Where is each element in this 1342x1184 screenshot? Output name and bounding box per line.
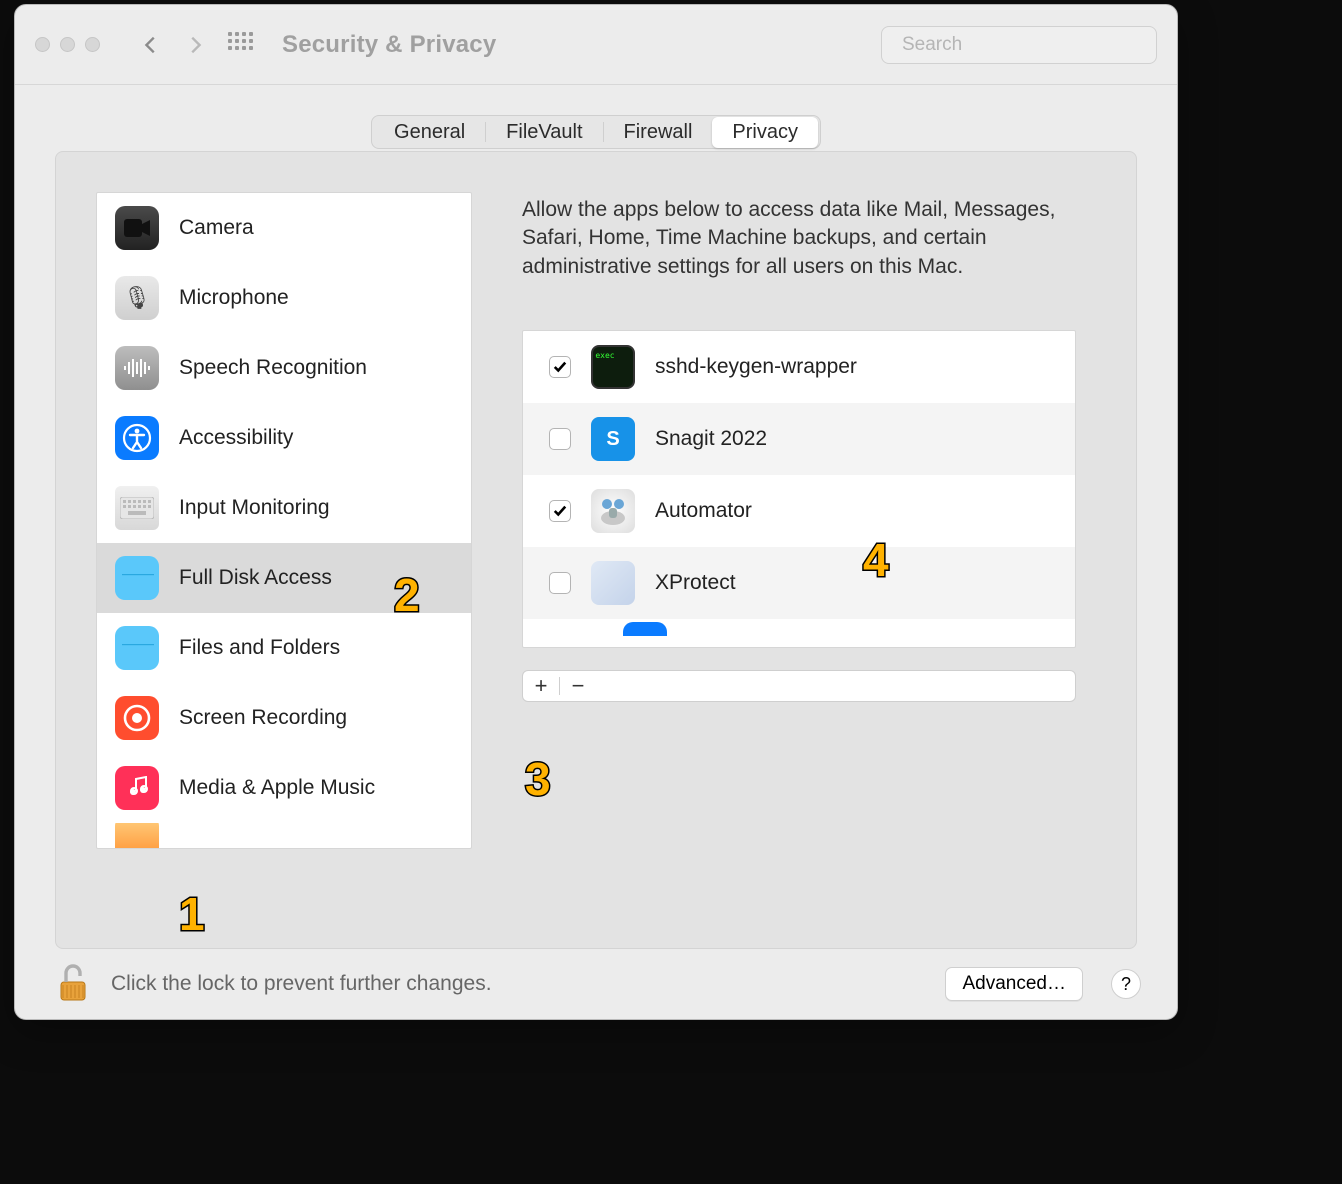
app-row-automator[interactable]: Automator <box>523 475 1075 547</box>
forward-button[interactable] <box>184 34 206 56</box>
sidebar-item-accessibility[interactable]: Accessibility <box>97 403 471 473</box>
sidebar-item-label: Media & Apple Music <box>179 776 375 800</box>
app-name: XProtect <box>655 571 736 595</box>
music-icon <box>115 766 159 810</box>
microphone-icon: 🎙 <box>115 276 159 320</box>
toolbar: Security & Privacy <box>15 5 1177 85</box>
automator-icon <box>591 489 635 533</box>
sidebar-item-label: Accessibility <box>179 426 293 450</box>
app-access-list[interactable]: exec sshd-keygen-wrapper S Snagit 2022 A… <box>522 330 1076 648</box>
show-all-button[interactable] <box>228 32 254 58</box>
sidebar-item-label: Files and Folders <box>179 636 340 660</box>
sidebar-item-label: Microphone <box>179 286 289 310</box>
sidebar-item-full-disk-access[interactable]: Full Disk Access <box>97 543 471 613</box>
tab-general[interactable]: General <box>374 117 485 148</box>
xprotect-icon <box>591 561 635 605</box>
sidebar-item-label: Screen Recording <box>179 706 347 730</box>
home-icon <box>115 823 159 849</box>
help-button[interactable]: ? <box>1111 969 1141 999</box>
sidebar-item-microphone[interactable]: 🎙 Microphone <box>97 263 471 333</box>
app-icon <box>623 622 667 636</box>
window-controls <box>35 37 100 52</box>
tab-filevault[interactable]: FileVault <box>486 117 602 148</box>
sidebar-item-label: Full Disk Access <box>179 566 332 590</box>
tab-bar: General FileVault Firewall Privacy <box>15 115 1177 149</box>
app-name: sshd-keygen-wrapper <box>655 355 857 379</box>
app-row-sshd[interactable]: exec sshd-keygen-wrapper <box>523 331 1075 403</box>
minimize-window-button[interactable] <box>60 37 75 52</box>
keyboard-icon <box>115 486 159 530</box>
add-remove-control: + − <box>522 670 1076 702</box>
sidebar-item-input-monitoring[interactable]: Input Monitoring <box>97 473 471 543</box>
add-button[interactable]: + <box>523 671 559 701</box>
privacy-category-list[interactable]: Camera 🎙 Microphone Speech Recognition A… <box>96 192 472 849</box>
advanced-button[interactable]: Advanced… <box>945 967 1083 1001</box>
remove-button[interactable]: − <box>560 671 596 701</box>
checkbox[interactable] <box>549 500 571 522</box>
snagit-icon: S <box>591 417 635 461</box>
close-window-button[interactable] <box>35 37 50 52</box>
search-field[interactable] <box>881 26 1157 64</box>
checkbox[interactable] <box>549 572 571 594</box>
sidebar-item-label: Camera <box>179 216 254 240</box>
tab-privacy[interactable]: Privacy <box>712 117 818 148</box>
record-icon <box>115 696 159 740</box>
sidebar-item-screen-recording[interactable]: Screen Recording <box>97 683 471 753</box>
footer: Click the lock to prevent further change… <box>15 949 1177 1019</box>
lock-label: Click the lock to prevent further change… <box>111 972 492 996</box>
sidebar-item-camera[interactable]: Camera <box>97 193 471 263</box>
sidebar-item-speech[interactable]: Speech Recognition <box>97 333 471 403</box>
app-row-partial[interactable] <box>523 619 1075 639</box>
app-name: Automator <box>655 499 752 523</box>
accessibility-icon <box>115 416 159 460</box>
camera-icon <box>115 206 159 250</box>
folder-icon <box>115 556 159 600</box>
checkbox[interactable] <box>549 428 571 450</box>
checkbox[interactable] <box>549 356 571 378</box>
sidebar-item-label: Speech Recognition <box>179 356 367 380</box>
window-title: Security & Privacy <box>282 31 496 59</box>
sidebar-item-label: Input Monitoring <box>179 496 330 520</box>
app-row-snagit[interactable]: S Snagit 2022 <box>523 403 1075 475</box>
back-button[interactable] <box>140 34 162 56</box>
content-panel: Camera 🎙 Microphone Speech Recognition A… <box>55 151 1137 949</box>
sidebar-item-media[interactable]: Media & Apple Music <box>97 753 471 823</box>
sidebar-item-files-folders[interactable]: Files and Folders <box>97 613 471 683</box>
app-name: Snagit 2022 <box>655 427 767 451</box>
preferences-window: Security & Privacy General FileVault Fir… <box>14 4 1178 1020</box>
zoom-window-button[interactable] <box>85 37 100 52</box>
app-row-xprotect[interactable]: XProtect <box>523 547 1075 619</box>
sidebar-item-partial[interactable] <box>97 823 471 849</box>
lock-button[interactable] <box>51 960 95 1009</box>
folder-icon <box>115 626 159 670</box>
terminal-icon: exec <box>591 345 635 389</box>
detail-pane: Allow the apps below to access data like… <box>492 192 1136 948</box>
detail-description: Allow the apps below to access data like… <box>492 192 1076 312</box>
waveform-icon <box>115 346 159 390</box>
tab-firewall[interactable]: Firewall <box>604 117 713 148</box>
search-input[interactable] <box>902 34 1147 56</box>
